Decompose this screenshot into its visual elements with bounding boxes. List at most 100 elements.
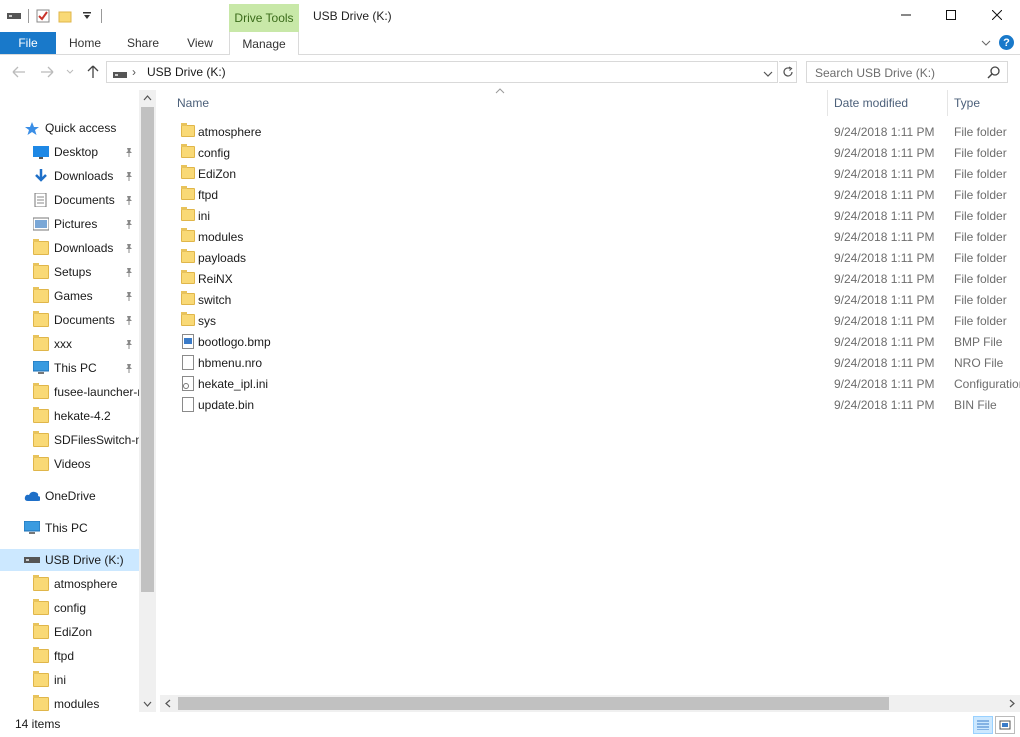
sidebar-item[interactable]: Desktop (33, 141, 139, 163)
sidebar-item[interactable]: ftpd (33, 645, 139, 667)
tab-view[interactable]: View (172, 32, 228, 54)
file-row[interactable]: modules 9/24/2018 1:11 PM File folder (160, 226, 1020, 247)
sidebar-item[interactable]: This PC (24, 517, 139, 539)
sidebar-item[interactable]: ini (33, 669, 139, 691)
sidebar-item[interactable]: atmosphere (33, 573, 139, 595)
sidebar-item[interactable]: OneDrive (24, 485, 139, 507)
breadcrumb-usb-drive[interactable]: USB Drive (K:) (147, 65, 226, 79)
scroll-up-icon[interactable] (139, 90, 156, 107)
pin-icon[interactable] (124, 218, 134, 232)
sidebar-item[interactable]: This PC (33, 357, 139, 379)
refresh-button[interactable] (779, 61, 797, 83)
sidebar-item[interactable]: Documents (33, 189, 139, 211)
address-dropdown-icon[interactable] (763, 67, 773, 81)
file-type: Configuration (954, 377, 1020, 391)
sidebar-item-label: atmosphere (54, 577, 118, 591)
column-header-date-modified[interactable]: Date modified (834, 96, 908, 110)
breadcrumb-chevron-icon[interactable]: › (132, 65, 136, 79)
sidebar-item[interactable]: SDFilesSwitch-m (33, 429, 139, 451)
sidebar-item[interactable]: EdiZon (33, 621, 139, 643)
recent-locations-button[interactable] (64, 63, 76, 81)
forward-button[interactable] (38, 63, 56, 81)
file-row[interactable]: payloads 9/24/2018 1:11 PM File folder (160, 247, 1020, 268)
file-row[interactable]: EdiZon 9/24/2018 1:11 PM File folder (160, 163, 1020, 184)
sidebar-item-label: fusee-launcher-r (54, 385, 139, 399)
sidebar-item[interactable]: fusee-launcher-r (33, 381, 139, 403)
minimize-button[interactable] (883, 0, 929, 30)
details-view-icon (977, 720, 989, 730)
sidebar-item[interactable]: xxx (33, 333, 139, 355)
pin-icon[interactable] (124, 194, 134, 208)
navigation-pane-scroll-thumb[interactable] (141, 107, 154, 592)
sidebar-item[interactable]: modules (33, 693, 139, 712)
file-row[interactable]: switch 9/24/2018 1:11 PM File folder (160, 289, 1020, 310)
sidebar-item[interactable]: Pictures (33, 213, 139, 235)
pin-icon[interactable] (124, 290, 134, 304)
file-row[interactable]: config 9/24/2018 1:11 PM File folder (160, 142, 1020, 163)
help-icon[interactable]: ? (999, 35, 1014, 50)
column-header-type[interactable]: Type (954, 96, 980, 110)
file-row[interactable]: ReiNX 9/24/2018 1:11 PM File folder (160, 268, 1020, 289)
back-button[interactable] (10, 63, 28, 81)
sidebar-item[interactable]: Videos (33, 453, 139, 475)
scroll-left-icon[interactable] (160, 695, 177, 712)
pin-icon[interactable] (124, 242, 134, 256)
sidebar-item[interactable]: Quick access (24, 117, 139, 139)
up-button[interactable] (84, 63, 102, 81)
maximize-button[interactable] (928, 0, 974, 30)
close-button[interactable] (974, 0, 1020, 30)
pin-icon[interactable] (124, 170, 134, 184)
file-row[interactable]: ini 9/24/2018 1:11 PM File folder (160, 205, 1020, 226)
search-icon[interactable] (987, 65, 1001, 82)
file-row[interactable]: update.bin 9/24/2018 1:11 PM BIN File (160, 394, 1020, 415)
sidebar-item[interactable]: Downloads (33, 165, 139, 187)
sidebar-item[interactable]: Games (33, 285, 139, 307)
file-date-modified: 9/24/2018 1:11 PM (834, 398, 935, 412)
pin-icon[interactable] (124, 266, 134, 280)
sidebar-item[interactable]: Documents (33, 309, 139, 331)
address-bar[interactable]: › USB Drive (K:) (106, 61, 778, 83)
usb-drive-icon (24, 553, 40, 567)
folder-icon (181, 165, 195, 179)
file-row[interactable]: sys 9/24/2018 1:11 PM File folder (160, 310, 1020, 331)
file-row[interactable]: hbmenu.nro 9/24/2018 1:11 PM NRO File (160, 352, 1020, 373)
horizontal-scroll-thumb[interactable] (178, 697, 889, 710)
new-folder-icon[interactable] (57, 8, 73, 24)
file-row[interactable]: bootlogo.bmp 9/24/2018 1:11 PM BMP File (160, 331, 1020, 352)
sidebar-item[interactable]: Setups (33, 261, 139, 283)
folder-icon (181, 144, 195, 158)
scroll-down-icon[interactable] (139, 695, 156, 712)
customize-toolbar-icon[interactable] (79, 8, 95, 24)
tab-file[interactable]: File (0, 32, 56, 54)
file-row[interactable]: hekate_ipl.ini 9/24/2018 1:11 PM Configura… (160, 373, 1020, 394)
tab-share[interactable]: Share (114, 32, 172, 54)
column-divider[interactable] (827, 90, 828, 116)
large-icons-view-button[interactable] (995, 716, 1015, 734)
sidebar-item[interactable]: USB Drive (K:) (0, 549, 139, 571)
tab-home[interactable]: Home (56, 32, 114, 54)
sidebar-item[interactable]: config (33, 597, 139, 619)
drive-icon[interactable] (6, 8, 22, 24)
details-view-button[interactable] (973, 716, 993, 734)
sidebar-item-label: ftpd (54, 649, 75, 663)
search-box[interactable]: Search USB Drive (K:) (806, 61, 1008, 83)
column-header-name[interactable]: Name (177, 96, 209, 110)
pin-icon[interactable] (124, 314, 134, 328)
sidebar-item-label: Games (54, 289, 93, 303)
image-file-icon (182, 334, 194, 349)
expand-ribbon-icon[interactable] (981, 36, 991, 50)
file-name: EdiZon (198, 167, 237, 181)
sidebar-item[interactable]: hekate-4.2 (33, 405, 139, 427)
folder-icon (33, 383, 49, 399)
pin-icon[interactable] (124, 338, 134, 352)
tab-manage[interactable]: Manage (229, 32, 299, 55)
file-row[interactable]: ftpd 9/24/2018 1:11 PM File folder (160, 184, 1020, 205)
properties-icon[interactable] (35, 8, 51, 24)
file-row[interactable]: atmosphere 9/24/2018 1:11 PM File folder (160, 121, 1020, 142)
column-divider[interactable] (947, 90, 948, 116)
sidebar-item[interactable]: Downloads (33, 237, 139, 259)
sidebar-item-label: OneDrive (45, 489, 96, 503)
pin-icon[interactable] (124, 146, 134, 160)
pin-icon[interactable] (124, 362, 134, 376)
scroll-right-icon[interactable] (1003, 695, 1020, 712)
